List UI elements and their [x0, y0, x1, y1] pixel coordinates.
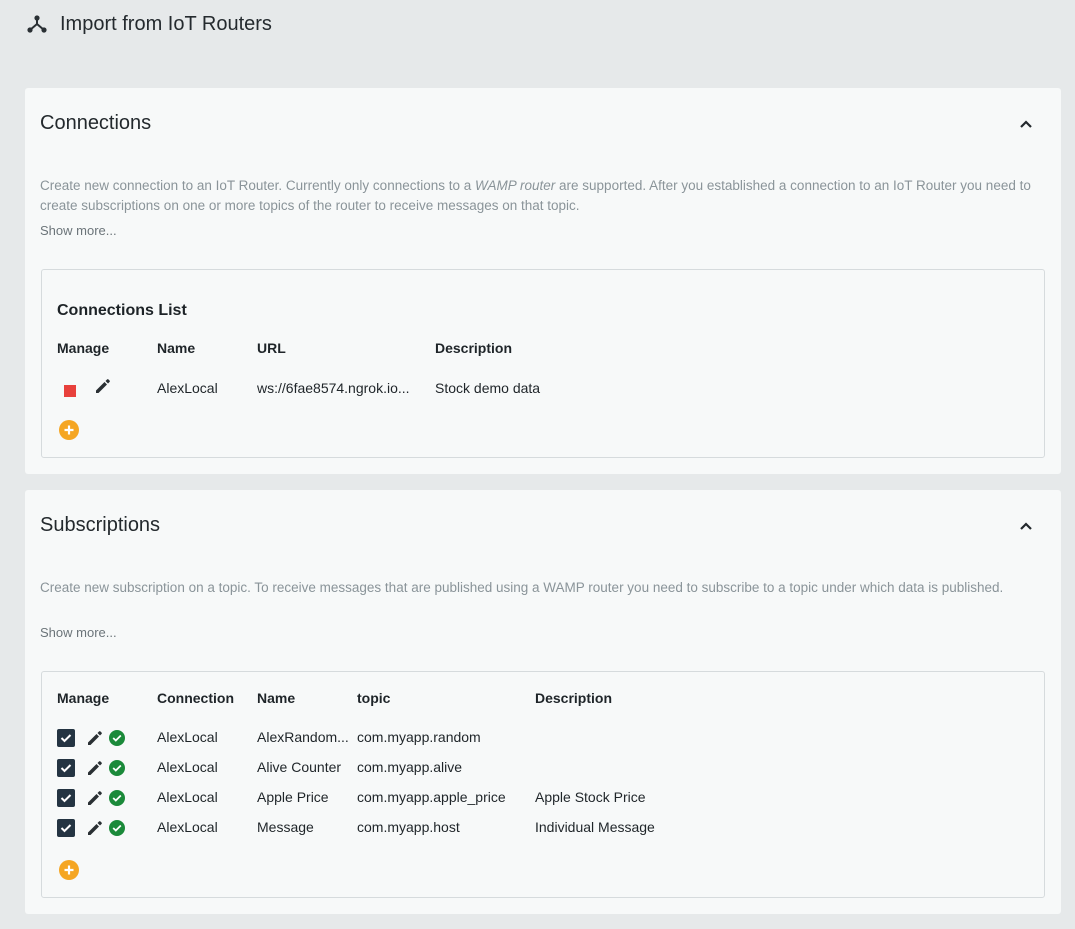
plus-icon	[64, 425, 74, 435]
plus-icon	[64, 865, 74, 875]
checkmark-icon	[60, 734, 72, 743]
col-description: Description	[435, 340, 513, 356]
subscription-active-checkbox[interactable]	[57, 789, 75, 807]
connections-list-card: Connections List Manage Name URL Descrip…	[41, 269, 1045, 458]
col-manage: Manage	[57, 340, 110, 356]
subscriptions-panel: Subscriptions Create new subscription on…	[25, 490, 1061, 914]
pencil-icon	[96, 379, 110, 393]
edit-subscription-button[interactable]	[85, 788, 105, 808]
subscription-description-cell: Apple Stock Price	[535, 789, 646, 805]
col-description: Description	[535, 690, 613, 706]
subscription-active-checkbox[interactable]	[57, 819, 75, 837]
check-circle-icon	[112, 764, 122, 772]
connections-description: Create new connection to an IoT Router. …	[40, 178, 1031, 213]
col-name: Name	[157, 340, 196, 356]
pencil-icon	[88, 821, 102, 835]
check-circle-icon	[112, 824, 122, 832]
hub-icon	[26, 13, 48, 35]
page-header: Import from IoT Routers	[26, 10, 272, 38]
chevron-up-icon	[1020, 120, 1032, 128]
connections-title: Connections	[40, 112, 152, 134]
connections-panel: Connections Create new connection to an …	[25, 88, 1061, 474]
checkmark-icon	[60, 824, 72, 833]
subscription-connection-cell: AlexLocal	[157, 789, 218, 805]
col-topic: topic	[357, 690, 391, 706]
subscription-active-checkbox[interactable]	[57, 759, 75, 777]
subscriptions-list-card: Manage Connection Name topic Description…	[41, 671, 1045, 898]
subscription-name-cell: Alive Counter	[257, 759, 342, 775]
subscription-connection-cell: AlexLocal	[157, 759, 218, 775]
edit-connection-button[interactable]	[93, 376, 113, 396]
col-url: URL	[257, 340, 286, 356]
subscription-topic-cell: com.myapp.apple_price	[357, 789, 506, 805]
check-circle-icon	[112, 794, 122, 802]
edit-subscription-button[interactable]	[85, 818, 105, 838]
stop-connection-button[interactable]	[62, 383, 78, 399]
subscription-topic-cell: com.myapp.random	[357, 729, 481, 745]
connection-url-cell: ws://6fae8574.ngrok.io...	[257, 380, 410, 396]
subscription-status	[109, 820, 125, 836]
subscription-name-cell: Apple Price	[257, 789, 329, 805]
subscription-name-cell: Message	[257, 819, 314, 835]
connection-description-cell: Stock demo data	[435, 380, 541, 396]
subscription-status	[109, 790, 125, 806]
edit-subscription-button[interactable]	[85, 758, 105, 778]
pencil-icon	[88, 761, 102, 775]
subscription-status	[109, 760, 125, 776]
subscription-active-checkbox[interactable]	[57, 729, 75, 747]
subscription-connection-cell: AlexLocal	[157, 819, 218, 835]
subscriptions-title: Subscriptions	[40, 514, 161, 536]
pencil-icon	[88, 731, 102, 745]
stop-icon	[64, 385, 76, 397]
add-subscription-button[interactable]	[59, 860, 79, 880]
subscription-connection-cell: AlexLocal	[157, 729, 218, 745]
checkmark-icon	[60, 764, 72, 773]
subscriptions-show-more-link[interactable]: Show more...	[40, 625, 117, 640]
add-connection-button[interactable]	[59, 420, 79, 440]
checkmark-icon	[60, 794, 72, 803]
connections-list-title: Connections List	[57, 302, 187, 319]
col-connection: Connection	[157, 690, 234, 706]
subscription-status	[109, 730, 125, 746]
pencil-icon	[88, 791, 102, 805]
connections-show-more-link[interactable]: Show more...	[40, 223, 117, 238]
check-circle-icon	[112, 734, 122, 742]
subscription-description-cell: Individual Message	[535, 819, 655, 835]
edit-subscription-button[interactable]	[85, 728, 105, 748]
col-name: Name	[257, 690, 296, 706]
collapse-subscriptions-button[interactable]	[1015, 518, 1037, 534]
subscription-topic-cell: com.myapp.host	[357, 819, 460, 835]
connection-name-cell: AlexLocal	[157, 380, 218, 396]
subscription-topic-cell: com.myapp.alive	[357, 759, 463, 775]
subscription-name-cell: AlexRandom...	[257, 729, 349, 745]
chevron-up-icon	[1020, 522, 1032, 530]
subscriptions-description: Create new subscription on a topic. To r…	[40, 580, 1004, 595]
page-title: Import from IoT Routers	[60, 12, 272, 35]
collapse-connections-button[interactable]	[1015, 116, 1037, 132]
col-manage: Manage	[57, 690, 110, 706]
